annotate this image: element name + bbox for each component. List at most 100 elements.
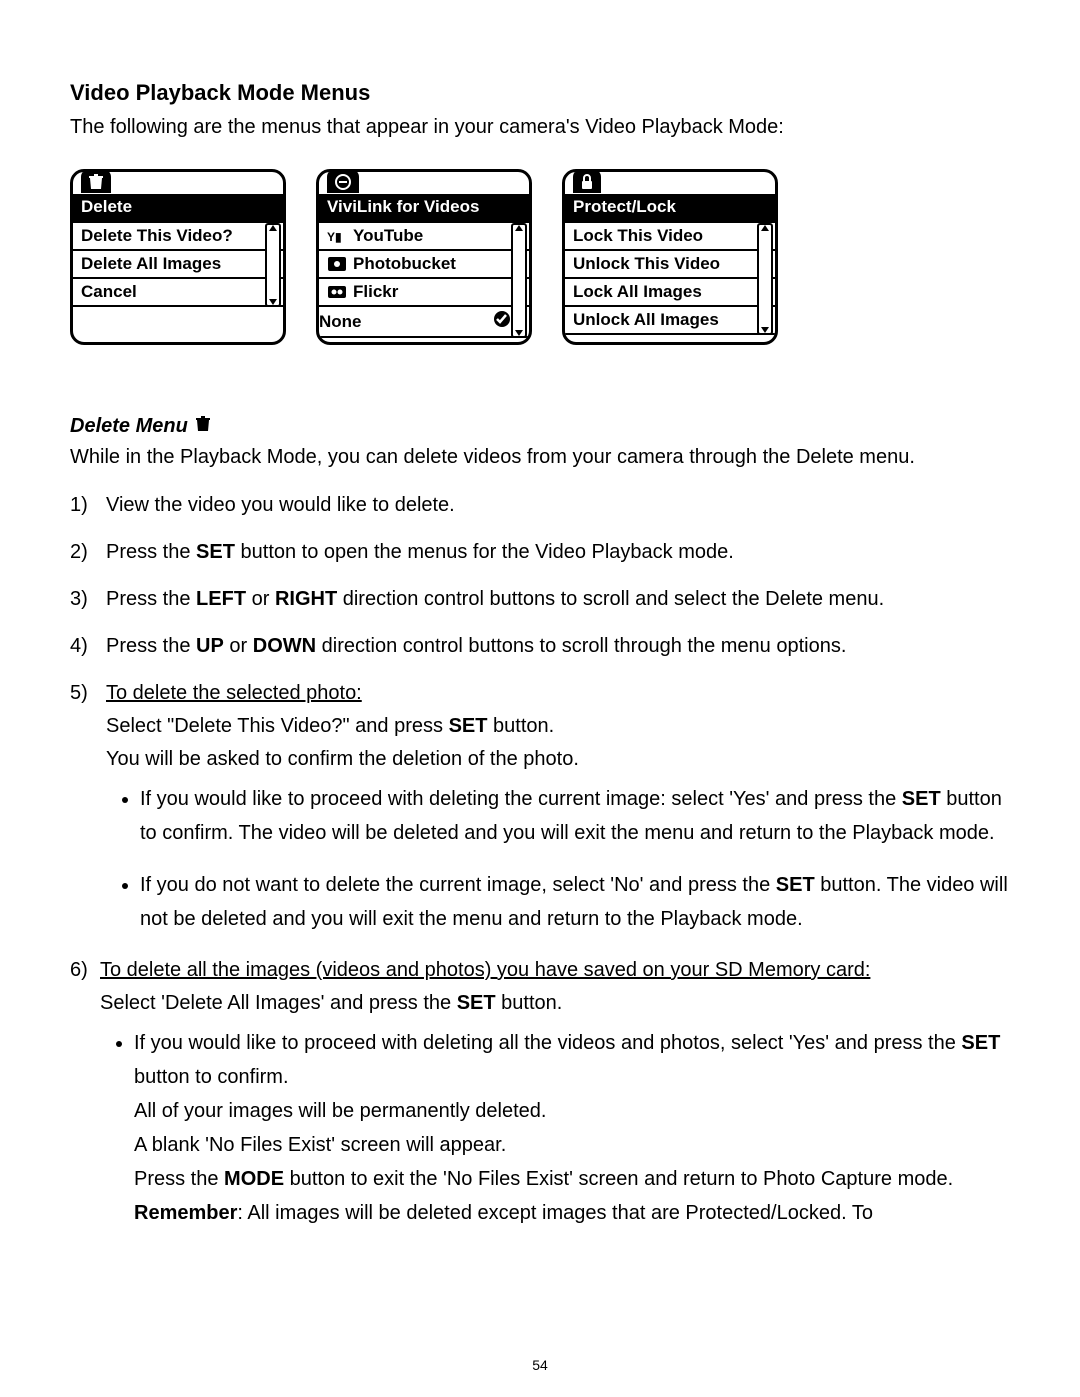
step-text: Press the <box>106 588 196 610</box>
step-text: or <box>246 588 275 610</box>
photobucket-icon <box>327 256 347 272</box>
bullet: If you would like to proceed with deleti… <box>140 782 1010 850</box>
menu-item-label: Flickr <box>353 282 398 302</box>
menu-item-label: Lock All Images <box>573 282 702 302</box>
menu-item[interactable]: Unlock This Video <box>565 251 775 279</box>
menu-item[interactable]: Cancel <box>73 279 283 307</box>
button-name: SET <box>457 992 496 1014</box>
bullet-text: If you would like to proceed with deleti… <box>134 1032 961 1054</box>
menu-protect: Protect/Lock Lock This Video Unlock This… <box>562 169 778 345</box>
bullet-text: If you would like to proceed with deleti… <box>140 788 902 810</box>
menu-item-label: Lock This Video <box>573 226 703 246</box>
button-name: SET <box>776 874 815 896</box>
bullet-text: Press the <box>134 1168 224 1190</box>
menu-delete-title: Delete <box>73 194 283 223</box>
step-line: You will be asked to confirm the deletio… <box>106 743 1010 776</box>
delete-menu-heading-text: Delete Menu <box>70 415 188 438</box>
menu-item[interactable]: Delete All Images <box>73 251 283 279</box>
step: To delete the selected photo: Select "De… <box>70 677 1010 936</box>
menu-item-label: None <box>319 312 362 332</box>
menu-item-label: Photobucket <box>353 254 456 274</box>
step-text: button. <box>487 715 554 737</box>
step-text: direction control buttons to scroll thro… <box>316 635 846 657</box>
button-name: MODE <box>224 1168 284 1190</box>
menu-item-label: Unlock This Video <box>573 254 720 274</box>
manual-page: Video Playback Mode Menus The following … <box>0 0 1080 1397</box>
menu-item[interactable]: Delete This Video? <box>73 223 283 251</box>
step: Press the UP or DOWN direction control b… <box>70 630 1010 663</box>
button-name: UP <box>196 635 224 657</box>
flickr-icon <box>327 284 347 300</box>
menu-vivilink: ViviLink for Videos Y▮ YouTube Photobuck… <box>316 169 532 345</box>
step-text: button to open the menus for the Video P… <box>235 541 734 563</box>
step-text: View the video you would like to delete. <box>106 494 455 516</box>
step-text: button. <box>496 992 563 1014</box>
step-text: Press the <box>106 541 196 563</box>
button-name: SET <box>961 1032 1000 1054</box>
menu-item[interactable]: Y▮ YouTube <box>319 223 529 251</box>
menu-item-label: Delete This Video? <box>81 226 233 246</box>
menu-item[interactable]: Flickr <box>319 279 529 307</box>
menu-item[interactable]: Photobucket <box>319 251 529 279</box>
button-name: LEFT <box>196 588 246 610</box>
check-icon <box>493 310 511 333</box>
delete-menu-intro: While in the Playback Mode, you can dele… <box>70 446 1010 469</box>
youtube-icon: Y▮ <box>327 228 347 244</box>
bullet-line: Press the MODE button to exit the 'No Fi… <box>134 1162 1010 1196</box>
steps-list: View the video you would like to delete.… <box>70 489 1010 1230</box>
bullet-line: All of your images will be permanently d… <box>134 1094 1010 1128</box>
step-text: Select 'Delete All Images' and press the <box>100 992 457 1014</box>
lock-icon <box>573 169 601 193</box>
remember-label: Remember <box>134 1202 237 1224</box>
section-intro: The following are the menus that appear … <box>70 116 1010 139</box>
step-text: Select "Delete This Video?" and press <box>106 715 449 737</box>
page-number: 54 <box>0 1357 1080 1373</box>
menu-item[interactable]: Unlock All Images <box>565 307 775 335</box>
menu-item-label: Delete All Images <box>81 254 221 274</box>
menu-vivilink-title: ViviLink for Videos <box>319 194 529 223</box>
step-head-underline: To delete the selected photo: <box>106 682 362 704</box>
menu-item-label: YouTube <box>353 226 423 246</box>
bullet-text: : All images will be deleted except imag… <box>237 1202 873 1224</box>
bullet-text: button to exit the 'No Files Exist' scre… <box>284 1168 953 1190</box>
menu-item-label: Unlock All Images <box>573 310 719 330</box>
button-name: DOWN <box>253 635 316 657</box>
step: Press the LEFT or RIGHT direction contro… <box>70 583 1010 616</box>
step-text: direction control buttons to scroll and … <box>337 588 884 610</box>
bullet-line: A blank 'No Files Exist' screen will app… <box>134 1128 1010 1162</box>
button-name: SET <box>902 788 941 810</box>
menu-item[interactable]: Lock This Video <box>565 223 775 251</box>
bullet: If you would like to proceed with deleti… <box>134 1026 1010 1230</box>
step-line: Select 'Delete All Images' and press the… <box>100 987 1010 1020</box>
step-head-underline: To delete all the images (videos and pho… <box>100 959 870 981</box>
svg-text:Y▮: Y▮ <box>327 230 342 243</box>
scrollbar[interactable] <box>265 223 281 307</box>
step-text: Press the <box>106 635 196 657</box>
delete-menu-heading: Delete Menu <box>70 415 1010 438</box>
bullet-line: Remember: All images will be deleted exc… <box>134 1196 1010 1230</box>
step-line: Select "Delete This Video?" and press SE… <box>106 710 1010 743</box>
trash-icon <box>81 169 111 193</box>
menu-item[interactable]: None <box>319 307 529 338</box>
section-title: Video Playback Mode Menus <box>70 80 1010 106</box>
bullet-text: If you do not want to delete the current… <box>140 874 776 896</box>
step: Press the SET button to open the menus f… <box>70 536 1010 569</box>
menu-item[interactable]: Lock All Images <box>565 279 775 307</box>
vivilink-icon <box>327 169 359 193</box>
button-name: SET <box>449 715 488 737</box>
scrollbar[interactable] <box>757 223 773 335</box>
bullet-list: If you would like to proceed with deleti… <box>100 1026 1010 1230</box>
menu-delete: Delete Delete This Video? Delete All Ima… <box>70 169 286 345</box>
button-name: RIGHT <box>275 588 337 610</box>
step: View the video you would like to delete. <box>70 489 1010 522</box>
button-name: SET <box>196 541 235 563</box>
trash-icon <box>196 415 210 438</box>
menus-row: Delete Delete This Video? Delete All Ima… <box>70 169 1010 345</box>
step: To delete all the images (videos and pho… <box>70 954 1010 1230</box>
bullet: If you do not want to delete the current… <box>140 868 1010 936</box>
menu-item-label: Cancel <box>81 282 137 302</box>
bullet-text: button to confirm. <box>134 1066 289 1088</box>
menu-protect-title: Protect/Lock <box>565 194 775 223</box>
scrollbar[interactable] <box>511 223 527 338</box>
bullet-list: If you would like to proceed with deleti… <box>106 782 1010 936</box>
